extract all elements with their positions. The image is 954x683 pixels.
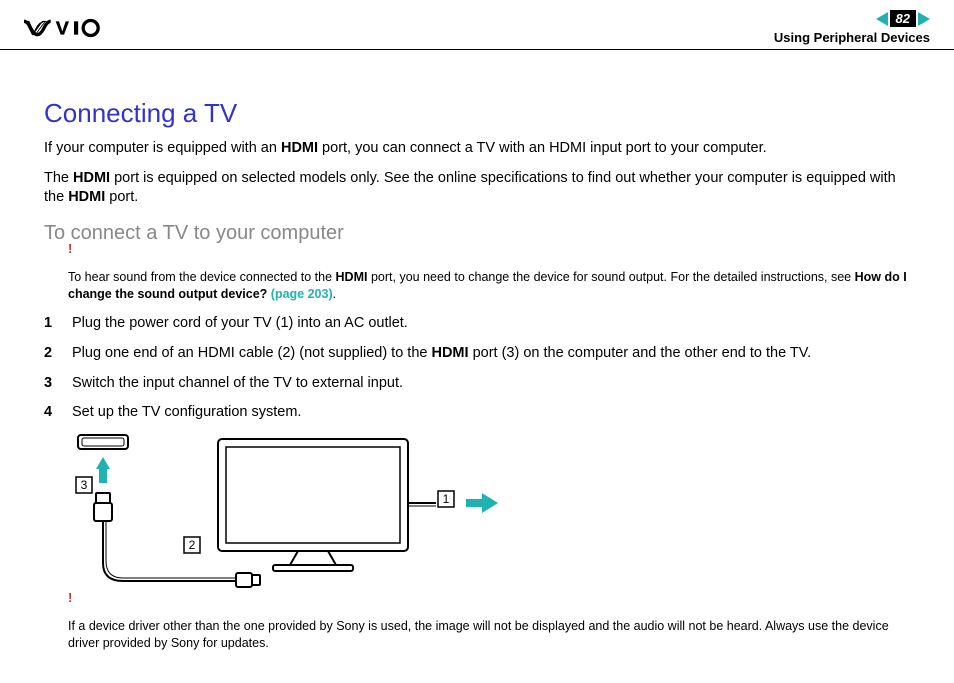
note-device-driver: ! If a device driver other than the one …	[44, 604, 910, 652]
note-sound-output: ! To hear sound from the device connecte…	[44, 255, 910, 303]
page-header: 82 Using Peripheral Devices	[0, 0, 954, 50]
breadcrumb: Using Peripheral Devices	[774, 30, 930, 45]
page-203-link[interactable]: (page 203)	[271, 287, 333, 301]
step-1: 1 Plug the power cord of your TV (1) int…	[44, 314, 910, 334]
intro-para-2: The HDMI port is equipped on selected mo…	[44, 169, 910, 208]
tv-icon	[218, 439, 408, 571]
section-subtitle: To connect a TV to your computer	[44, 222, 910, 245]
hdmi-port-icon	[78, 435, 128, 449]
next-page-arrow-icon[interactable]	[918, 12, 930, 26]
warning-icon: !	[68, 241, 72, 256]
vaio-logo	[24, 17, 124, 39]
page-title: Connecting a TV	[44, 98, 910, 129]
arrow-up-icon	[96, 457, 110, 483]
step-3: 3 Switch the input channel of the TV to …	[44, 374, 910, 394]
warning-icon: !	[68, 590, 72, 605]
intro-para-1: If your computer is equipped with an HDM…	[44, 139, 910, 159]
step-4: 4 Set up the TV configuration system.	[44, 403, 910, 423]
power-cord-icon	[408, 503, 436, 506]
arrow-right-icon	[466, 493, 498, 513]
page-number: 82	[890, 10, 916, 27]
label-2: 2	[189, 538, 196, 552]
label-3: 3	[81, 478, 88, 492]
steps-list: 1 Plug the power cord of your TV (1) int…	[44, 314, 910, 422]
connection-diagram: 3 2	[44, 433, 910, 598]
label-1: 1	[443, 492, 450, 506]
step-2: 2 Plug one end of an HDMI cable (2) (not…	[44, 344, 910, 364]
page-content: Connecting a TV If your computer is equi…	[0, 50, 954, 683]
prev-page-arrow-icon[interactable]	[876, 12, 888, 26]
